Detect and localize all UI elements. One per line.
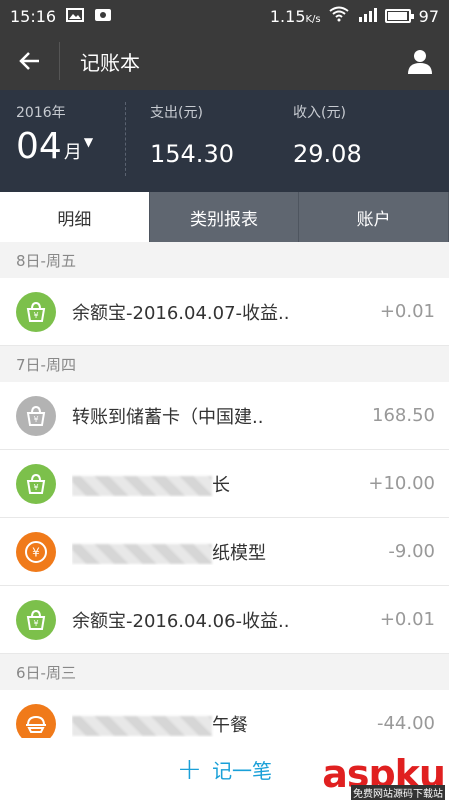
transaction-name: 长 [72,471,358,497]
tab-category-report[interactable]: 类别报表 [150,192,300,242]
watermark-logo: aspku 免费网站源码下载站 [322,752,446,800]
page-title: 记账本 [80,50,140,75]
month-summary: 2016年 04 月 ▼ 支出(元) 154.30 收入(元) 29.08 [0,90,449,192]
svg-text:¥: ¥ [33,619,38,628]
app-bar: 记账本 [0,32,449,90]
income-summary: 收入(元) 29.08 [269,102,419,192]
image-icon [66,7,85,26]
signal-icon [357,7,377,26]
day-header: 6日-周三 [0,654,449,690]
redacted-text [72,543,212,564]
transaction-name: 转账到储蓄卡（中国建.. [72,406,264,428]
transaction-name: 余额宝-2016.04.06-收益.. [72,610,290,632]
redacted-text [72,715,212,736]
svg-text:¥: ¥ [33,311,38,320]
transaction-amount: -9.00 [388,541,435,562]
plus-icon: + [176,751,203,787]
day-header: 7日-周四 [0,346,449,382]
month-picker[interactable]: 2016年 04 月 ▼ [0,102,126,176]
transfer-icon: ¥ [16,395,56,436]
coin-icon: ¥ [16,531,56,572]
status-time: 15:16 [10,6,57,26]
svg-text:¥: ¥ [33,483,38,492]
tab-bar: 明细 类别报表 账户 [0,192,449,242]
profile-button[interactable] [391,32,449,90]
transaction-amount: +0.01 [379,301,435,322]
transaction-row[interactable]: ¥ 长 +10.00 [0,450,449,518]
transaction-row[interactable]: ¥ 转账到储蓄卡（中国建.. 168.50 [0,382,449,450]
battery-level: 97 [418,6,439,26]
arrow-left-icon [18,52,39,70]
user-icon [408,50,432,74]
yuebao-icon: ¥ [16,599,56,640]
expense-label: 支出(元) [150,105,203,121]
transaction-name: 纸模型 [72,539,378,565]
transaction-row[interactable]: ¥ 纸模型 -9.00 [0,518,449,586]
svg-text:¥: ¥ [32,545,40,559]
notification-icon [94,7,112,26]
month-unit: 月 [63,142,82,163]
network-speed: 1.15K/s [269,6,321,26]
income-label: 收入(元) [293,105,346,121]
transaction-amount: 168.50 [372,405,435,426]
expense-total: 154.30 [150,140,234,168]
status-bar: 15:16 1.15K/s 97 [0,0,449,32]
transaction-amount: +10.00 [368,473,435,494]
wifi-icon [329,6,349,26]
month-value: 04 [16,126,62,167]
tab-details[interactable]: 明细 [0,192,150,242]
svg-text:¥: ¥ [33,415,38,424]
day-header: 8日-周五 [0,242,449,278]
transaction-row[interactable]: ¥ 余额宝-2016.04.07-收益.. +0.01 [0,278,449,346]
battery-icon [384,9,414,23]
transaction-amount: +0.01 [379,609,435,630]
redacted-text [72,475,212,496]
add-record-label: 记一笔 [212,758,273,783]
transaction-name: 午餐 [72,711,367,737]
transaction-row[interactable]: ¥ 余额宝-2016.04.06-收益.. +0.01 [0,586,449,654]
back-button[interactable] [0,42,60,80]
income-total: 29.08 [293,140,362,168]
caret-down-icon: ▼ [83,135,94,149]
transaction-amount: -44.00 [376,713,435,734]
transaction-list: 8日-周五 ¥ 余额宝-2016.04.07-收益.. +0.01 7日-周四 … [0,242,449,758]
yuebao-icon: ¥ [16,291,56,332]
transaction-name: 余额宝-2016.04.07-收益.. [72,302,290,324]
tab-accounts[interactable]: 账户 [299,192,449,242]
year-label: 2016年 [16,105,66,121]
expense-summary: 支出(元) 154.30 [126,102,269,192]
yuebao-icon: ¥ [16,463,56,504]
